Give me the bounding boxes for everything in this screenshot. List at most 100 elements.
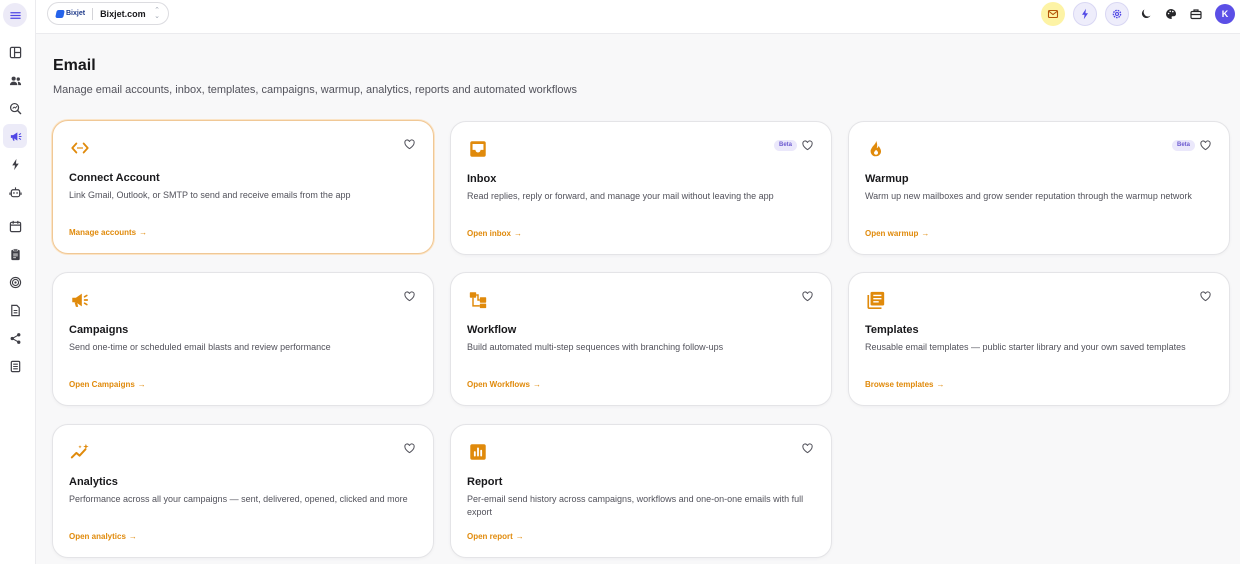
card-title: Analytics <box>69 476 118 488</box>
card-link-label: Open analytics <box>69 532 126 541</box>
card-title: Connect Account <box>69 172 160 184</box>
megaphone-icon <box>10 131 22 141</box>
sidebar <box>0 0 36 564</box>
card-link[interactable]: Open inbox → <box>467 229 522 238</box>
favorite-heart-icon[interactable] <box>802 291 813 302</box>
workspace-switcher[interactable]: Bixjet Bixjet.com ⌃ ⌄ <box>47 2 169 25</box>
card-workflow[interactable]: Workflow Build automated multi-step sequ… <box>450 272 832 406</box>
logo-mark-icon <box>55 9 65 18</box>
workspace-button[interactable] <box>1184 2 1208 26</box>
nav-calendar[interactable] <box>3 214 27 238</box>
card-link-label: Open warmup <box>865 229 919 238</box>
page-title: Email <box>53 57 96 74</box>
nav-documents[interactable] <box>3 298 27 322</box>
card-description: Read replies, reply or forward, and mana… <box>467 191 774 201</box>
robot-icon <box>8 186 22 197</box>
dark-mode-toggle[interactable] <box>1134 2 1158 26</box>
card-description: Link Gmail, Outlook, or SMTP to send and… <box>69 190 351 200</box>
arrow-right-icon: → <box>532 380 541 389</box>
lightning-icon <box>11 158 19 170</box>
lightning-icon <box>1082 8 1088 20</box>
dashboard-icon <box>9 46 21 58</box>
card-title: Campaigns <box>69 324 129 336</box>
gear-icon <box>1112 9 1122 19</box>
nav-goals[interactable] <box>3 270 27 294</box>
card-title: Inbox <box>467 173 497 185</box>
list-icon <box>10 360 20 372</box>
templates-icon <box>865 289 887 311</box>
user-avatar[interactable]: K <box>1215 4 1235 24</box>
nav-email[interactable] <box>3 124 27 148</box>
briefcase-icon <box>1190 9 1202 20</box>
favorite-heart-icon[interactable] <box>802 443 813 454</box>
favorite-heart-icon[interactable] <box>802 140 813 151</box>
workspace-name: Bixjet.com <box>100 8 146 19</box>
card-title: Report <box>467 476 503 488</box>
card-link[interactable]: Open report → <box>467 532 524 541</box>
megaphone-icon <box>69 289 91 311</box>
code-link-icon <box>69 137 91 159</box>
theme-button[interactable] <box>1159 2 1183 26</box>
analytics-icon <box>69 441 91 463</box>
card-description: Reusable email templates — public starte… <box>865 342 1186 352</box>
arrow-right-icon: → <box>514 229 522 238</box>
beta-badge: Beta <box>773 140 797 151</box>
card-link[interactable]: Open Workflows → <box>467 380 541 389</box>
nav-bots[interactable] <box>3 180 27 204</box>
nav-logs[interactable] <box>3 354 27 378</box>
top-header: Bixjet Bixjet.com ⌃ ⌄ K <box>36 0 1240 34</box>
card-link-label: Open report <box>467 532 513 541</box>
automation-button[interactable] <box>1073 2 1097 26</box>
target-icon <box>9 276 21 288</box>
card-link[interactable]: Browse templates → <box>865 380 944 389</box>
workflow-icon <box>467 289 489 311</box>
favorite-heart-icon[interactable] <box>404 443 415 454</box>
card-description: Build automated multi-step sequences wit… <box>467 342 724 352</box>
share-icon <box>10 332 20 344</box>
card-link-label: Open inbox <box>467 229 511 238</box>
card-link[interactable]: Open Campaigns → <box>69 380 146 389</box>
workspace-logo-text: Bixjet <box>66 10 86 17</box>
card-report[interactable]: Report Per-email send history across cam… <box>450 424 832 558</box>
card-inbox[interactable]: Beta Inbox Read replies, reply or forwar… <box>450 121 832 255</box>
nav-dashboard[interactable] <box>3 40 27 64</box>
card-warmup[interactable]: Beta Warmup Warm up new mailboxes and gr… <box>848 121 1230 255</box>
mail-icon <box>1047 9 1059 19</box>
nav-contacts[interactable] <box>3 68 27 92</box>
card-description: Send one-time or scheduled email blasts … <box>69 342 331 352</box>
favorite-heart-icon[interactable] <box>404 139 415 150</box>
nav-search[interactable] <box>3 96 27 120</box>
card-templates[interactable]: Templates Reusable email templates — pub… <box>848 272 1230 406</box>
users-icon <box>9 76 21 85</box>
nav-tasks[interactable] <box>3 242 27 266</box>
palette-icon <box>1166 8 1177 19</box>
arrow-right-icon: → <box>936 380 945 389</box>
card-link[interactable]: Open warmup → <box>865 229 929 238</box>
arrow-right-icon: → <box>515 532 524 541</box>
arrow-right-icon: → <box>137 380 146 389</box>
card-link[interactable]: Manage accounts → <box>69 228 147 237</box>
card-link-label: Manage accounts <box>69 228 137 237</box>
chevron-updown-icon: ⌃ ⌄ <box>154 6 160 20</box>
report-icon <box>467 441 489 463</box>
favorite-heart-icon[interactable] <box>1200 291 1211 302</box>
card-campaigns[interactable]: Campaigns Send one-time or scheduled ema… <box>52 272 434 406</box>
settings-button[interactable] <box>1105 2 1129 26</box>
divider <box>92 7 94 20</box>
menu-toggle-button[interactable] <box>3 3 27 27</box>
card-description: Performance across all your campaigns — … <box>69 494 408 504</box>
mail-button[interactable] <box>1041 2 1065 26</box>
hamburger-icon <box>9 11 21 19</box>
card-link[interactable]: Open analytics → <box>69 532 137 541</box>
card-description: Warm up new mailboxes and grow sender re… <box>865 191 1192 201</box>
nav-share[interactable] <box>3 326 27 350</box>
favorite-heart-icon[interactable] <box>404 291 415 302</box>
nav-automation[interactable] <box>3 152 27 176</box>
clipboard-icon <box>10 248 20 260</box>
search-analytics-icon <box>9 102 21 114</box>
beta-badge: Beta <box>1171 140 1195 151</box>
favorite-heart-icon[interactable] <box>1200 140 1211 151</box>
card-analytics[interactable]: Analytics Performance across all your ca… <box>52 424 434 558</box>
card-description: Per-email send history across campaigns,… <box>467 494 804 517</box>
card-connect-account[interactable]: Connect Account Link Gmail, Outlook, or … <box>52 120 434 254</box>
